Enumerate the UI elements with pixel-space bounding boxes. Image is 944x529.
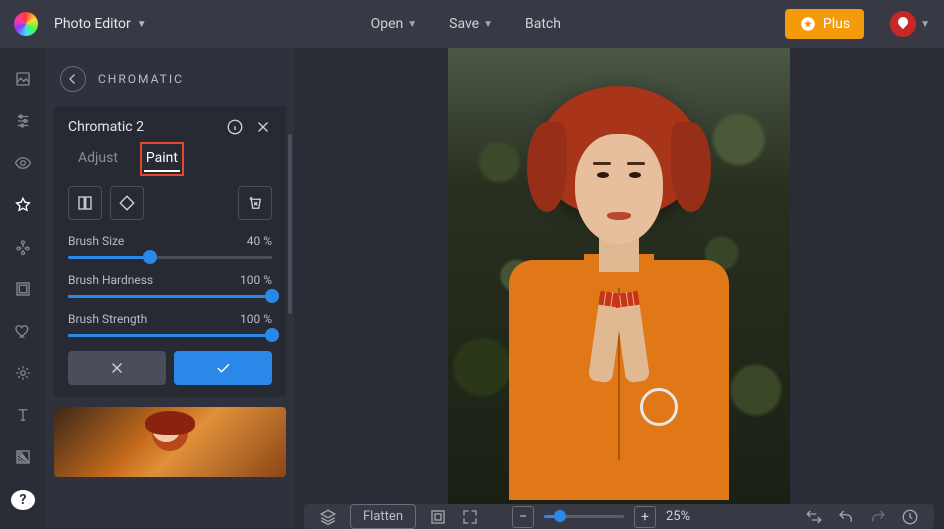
fit-screen-icon[interactable] bbox=[428, 507, 448, 527]
zoom-out-button[interactable]: − bbox=[512, 506, 534, 528]
plus-upgrade-button[interactable]: Plus bbox=[785, 9, 864, 39]
sliders-icon[interactable] bbox=[12, 112, 34, 130]
chevron-down-icon: ▼ bbox=[137, 19, 147, 30]
scrollbar[interactable] bbox=[288, 134, 292, 314]
bottombar: Flatten − + 25% bbox=[304, 504, 934, 529]
avatar bbox=[890, 11, 916, 37]
close-icon[interactable] bbox=[254, 118, 272, 136]
frame-icon[interactable] bbox=[12, 280, 34, 298]
plus-label: Plus bbox=[823, 16, 850, 32]
flatten-button[interactable]: Flatten bbox=[350, 504, 416, 529]
save-button[interactable]: Save ▼ bbox=[441, 10, 501, 38]
tab-paint[interactable]: Paint bbox=[144, 146, 180, 172]
open-button[interactable]: Open ▼ bbox=[363, 10, 426, 38]
slider-brush-hardness: Brush Hardness 100 % bbox=[68, 273, 272, 298]
slider-track[interactable] bbox=[68, 295, 272, 298]
slider-label: Brush Size bbox=[68, 234, 124, 248]
batch-label: Batch bbox=[525, 16, 561, 32]
app-title-text: Photo Editor bbox=[54, 16, 131, 32]
effect-panel: CHROMATIC Chromatic 2 Adjust Paint bbox=[46, 48, 294, 528]
slider-thumb[interactable] bbox=[265, 328, 279, 342]
redo-icon[interactable] bbox=[868, 507, 888, 527]
tab-bar: Adjust Paint bbox=[68, 146, 272, 172]
save-label: Save bbox=[449, 16, 479, 32]
compare-tool-button[interactable] bbox=[68, 186, 102, 220]
tool-iconbar: ? bbox=[0, 48, 46, 528]
canvas[interactable] bbox=[294, 48, 944, 504]
expand-icon[interactable] bbox=[460, 507, 480, 527]
photo-preview bbox=[448, 48, 790, 504]
confirm-button[interactable] bbox=[174, 351, 272, 385]
back-button[interactable] bbox=[60, 66, 86, 92]
slider-value: 40 % bbox=[247, 234, 272, 248]
layers-icon[interactable] bbox=[318, 507, 338, 527]
arrow-left-icon bbox=[64, 70, 82, 88]
cancel-button[interactable] bbox=[68, 351, 166, 385]
account-menu[interactable]: ▼ bbox=[890, 11, 930, 37]
slider-track[interactable] bbox=[68, 256, 272, 259]
slider-value: 100 % bbox=[240, 312, 272, 326]
zoom-value: 25% bbox=[666, 509, 708, 524]
info-icon[interactable] bbox=[226, 118, 244, 136]
history-icon[interactable] bbox=[900, 507, 920, 527]
zoom-controls: − + 25% bbox=[512, 506, 708, 528]
zoom-slider[interactable] bbox=[544, 515, 624, 518]
check-icon bbox=[214, 359, 232, 377]
canvas-area: Flatten − + 25% bbox=[294, 48, 944, 528]
heart-icon[interactable] bbox=[12, 322, 34, 340]
eraser-tool-button[interactable] bbox=[110, 186, 144, 220]
molecule-icon[interactable] bbox=[12, 238, 34, 256]
eye-icon[interactable] bbox=[12, 154, 34, 172]
app-title-dropdown[interactable]: Photo Editor ▼ bbox=[54, 16, 147, 32]
slider-track[interactable] bbox=[68, 334, 272, 337]
open-label: Open bbox=[371, 16, 404, 32]
topbar: Photo Editor ▼ Open ▼ Save ▼ Batch Plus … bbox=[0, 0, 944, 48]
slider-brush-size: Brush Size 40 % bbox=[68, 234, 272, 259]
gear-icon[interactable] bbox=[12, 364, 34, 382]
effect-thumbnail[interactable] bbox=[54, 407, 286, 477]
texture-icon[interactable] bbox=[12, 448, 34, 466]
star-icon bbox=[799, 15, 817, 33]
help-button[interactable]: ? bbox=[11, 490, 35, 510]
batch-button[interactable]: Batch bbox=[517, 10, 569, 38]
slider-thumb[interactable] bbox=[143, 250, 157, 264]
paint-tool-row bbox=[68, 186, 272, 220]
x-icon bbox=[108, 359, 126, 377]
slider-label: Brush Hardness bbox=[68, 273, 153, 287]
effect-card: Chromatic 2 Adjust Paint Brush Size 40 % bbox=[54, 106, 286, 397]
image-icon[interactable] bbox=[12, 70, 34, 88]
slider-brush-strength: Brush Strength 100 % bbox=[68, 312, 272, 337]
zoom-in-button[interactable]: + bbox=[634, 506, 656, 528]
undo-icon[interactable] bbox=[836, 507, 856, 527]
slider-value: 100 % bbox=[240, 273, 272, 287]
breadcrumb: CHROMATIC bbox=[98, 72, 184, 86]
slider-thumb[interactable] bbox=[265, 289, 279, 303]
zoom-thumb[interactable] bbox=[554, 510, 566, 522]
chevron-down-icon: ▼ bbox=[483, 19, 493, 30]
slider-label: Brush Strength bbox=[68, 312, 147, 326]
app-logo[interactable] bbox=[14, 12, 38, 36]
tab-adjust[interactable]: Adjust bbox=[76, 146, 120, 172]
chevron-down-icon: ▼ bbox=[407, 19, 417, 30]
card-title: Chromatic 2 bbox=[68, 119, 144, 135]
star-icon[interactable] bbox=[12, 196, 34, 214]
text-icon[interactable] bbox=[12, 406, 34, 424]
compare-icon[interactable] bbox=[804, 507, 824, 527]
chevron-down-icon: ▼ bbox=[920, 19, 930, 30]
clear-tool-button[interactable] bbox=[238, 186, 272, 220]
